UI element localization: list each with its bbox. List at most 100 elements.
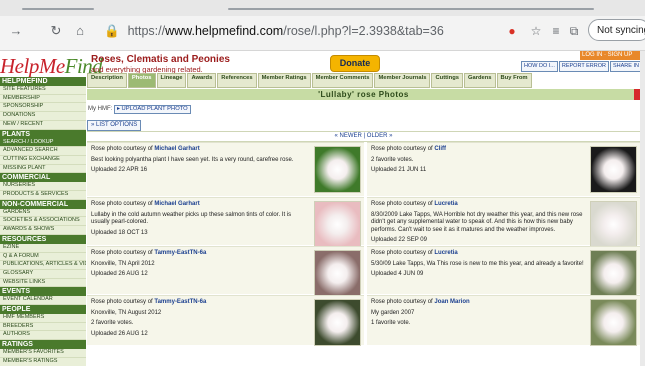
sidebar-item[interactable]: EZINE: [0, 244, 86, 253]
sidebar-item[interactable]: BREEDERS: [0, 323, 86, 332]
rose-photo[interactable]: [590, 146, 637, 193]
sync-button[interactable]: Not syncing: [588, 19, 645, 41]
rose-photo[interactable]: [314, 250, 361, 297]
pager[interactable]: « NEWER | OLDER »: [87, 131, 640, 142]
sidebar-item[interactable]: SEARCH / LOOKUP: [0, 138, 86, 148]
sidebar-item[interactable]: GLOSSARY: [0, 270, 86, 279]
upload-date: Uploaded 18 OCT 13: [91, 230, 310, 238]
photo-card: Rose photo courtesy of Cliff 2 favorite v…: [367, 142, 640, 196]
favorite-votes: 2 favorite votes.: [371, 156, 414, 163]
sidebar-item[interactable]: ADVANCED SEARCH: [0, 147, 86, 156]
sidebar-item[interactable]: MEMBERSHIP: [0, 95, 86, 104]
refresh-icon[interactable]: ↻: [48, 23, 64, 39]
donate-button[interactable]: Donate: [330, 55, 380, 72]
tab-member-journals[interactable]: Member Journals: [374, 73, 431, 88]
sidebar-item[interactable]: SPONSORSHIP: [0, 103, 86, 113]
tab-lineage[interactable]: Lineage: [156, 73, 187, 88]
photo-credit: Rose photo courtesy of Michael Garhart: [91, 146, 310, 154]
tab-awards[interactable]: Awards: [187, 73, 217, 88]
sidebar-item[interactable]: SITE FEATURES: [0, 86, 86, 95]
photo-author-link[interactable]: Tammy-EastTN-6a: [154, 299, 206, 305]
uploaded-prefix: Uploaded: [91, 330, 117, 337]
photo-credit: Rose photo courtesy of Cliff: [371, 146, 586, 154]
sidebar-item[interactable]: CUTTING EXCHANGE: [0, 156, 86, 165]
sidebar-item[interactable]: PRODUCTS & SERVICES: [0, 191, 86, 200]
photo-author-link[interactable]: Joan Marion: [434, 299, 469, 305]
sidebar-item[interactable]: EVENT CALENDAR: [0, 296, 86, 306]
uploaded-prefix: Uploaded: [91, 167, 117, 173]
rose-photo[interactable]: [314, 201, 361, 248]
page-title: 'Lullaby' rose Photos: [318, 90, 409, 99]
sidebar-item[interactable]: HMF MEMBERS: [0, 314, 86, 323]
credit-prefix: Rose photo courtesy of: [371, 201, 433, 207]
photo-author-link[interactable]: Michael Garhart: [154, 201, 199, 207]
site-title: Roses, Clematis and Peonies: [91, 54, 230, 65]
collections-icon[interactable]: ⧉: [566, 23, 582, 39]
upload-plant-photo-button[interactable]: ▸ UPLOAD PLANT PHOTO: [114, 105, 191, 114]
tab-buy-from[interactable]: Buy From: [496, 73, 532, 88]
photo-author-link[interactable]: Tammy-EastTN-6a: [154, 250, 206, 256]
uploaded-prefix: Uploaded: [371, 167, 397, 173]
rose-photo[interactable]: [314, 146, 361, 193]
sidebar-item[interactable]: NEW / RECENT: [0, 121, 86, 130]
favorite-star-icon[interactable]: ☆: [528, 23, 544, 39]
sidebar-item[interactable]: MEMBER'S FAVORITES: [0, 349, 86, 358]
extension-icon[interactable]: ●: [504, 23, 520, 39]
rose-photo[interactable]: [590, 299, 637, 346]
photo-card-text: Rose photo courtesy of Lucretia 5/30/09 L…: [371, 250, 586, 282]
rose-photo[interactable]: [314, 299, 361, 346]
address-bar[interactable]: 🔒 https://www.helpmefind.com/rose/l.php?l…: [104, 20, 494, 42]
tab-description[interactable]: Description: [87, 73, 127, 88]
rose-photo[interactable]: [590, 201, 637, 248]
photo-caption: Best looking polyantha plant I have seen…: [91, 156, 294, 163]
sidebar-item[interactable]: DONATIONS: [0, 112, 86, 121]
photo-card: Rose photo courtesy of Michael Garhart Be…: [87, 142, 364, 196]
header-link[interactable]: SHARE IN: [610, 61, 640, 72]
expand-icon: »: [91, 122, 95, 128]
sidebar-item[interactable]: Q & A FORUM: [0, 253, 86, 262]
sidebar-item[interactable]: MISSING PLANT: [0, 165, 86, 174]
tab-gardens[interactable]: Gardens: [463, 73, 496, 88]
header-link[interactable]: REPORT ERROR: [558, 61, 609, 72]
favorites-list-icon[interactable]: ≡: [548, 23, 564, 39]
tab-cuttings[interactable]: Cuttings: [431, 73, 463, 88]
photo-card: Rose photo courtesy of Lucretia 5/30/09 L…: [367, 246, 640, 297]
sidebar-item[interactable]: PUBLICATIONS, ARTICLES & VIDEOS: [0, 261, 86, 270]
upload-date: Uploaded 26 AUG 12: [91, 271, 310, 279]
list-options-button[interactable]: » LIST OPTIONS: [87, 120, 142, 131]
photo-caption: Lullaby in the cold autumn weather picks…: [91, 211, 292, 226]
photo-author-link[interactable]: Michael Garhart: [154, 146, 199, 152]
tab-photos[interactable]: Photos: [127, 73, 156, 88]
photo-author-link[interactable]: Lucretia: [434, 250, 457, 256]
sidebar-item[interactable]: WEBSITE LINKS: [0, 279, 86, 288]
tab-member-ratings[interactable]: Member Ratings: [257, 73, 311, 88]
sidebar-item[interactable]: AUTHORS: [0, 331, 86, 341]
photo-card-text: Rose photo courtesy of Tammy-EastTN-6a Kn…: [91, 299, 310, 341]
upload-date-value: 4 JUN 09: [398, 271, 424, 277]
sidebar-item[interactable]: SOCIETIES & ASSOCIATIONS: [0, 217, 86, 227]
sidebar-item[interactable]: MEMBER'S RATINGS: [0, 358, 86, 366]
web-page: HelpMeFind Roses, Clematis and Peonies a…: [0, 51, 640, 366]
forward-icon[interactable]: →: [8, 23, 24, 39]
side-tab[interactable]: [634, 89, 640, 100]
sidebar-item[interactable]: AWARDS & SHOWS: [0, 226, 86, 235]
my-hmf-row: My HMF: ▸ UPLOAD PLANT PHOTO: [88, 105, 191, 114]
tab-references[interactable]: References: [217, 73, 257, 88]
header-link[interactable]: HOW DO I...: [521, 61, 558, 72]
home-icon[interactable]: ⌂: [72, 23, 88, 39]
photo-card: Rose photo courtesy of Joan Marion My gar…: [367, 295, 640, 346]
list-options-label: LIST OPTIONS: [96, 122, 138, 128]
page-title-bar: 'Lullaby' rose Photos: [87, 89, 640, 100]
photo-credit: Rose photo courtesy of Tammy-EastTN-6a: [91, 299, 310, 307]
scrollbar[interactable]: [640, 51, 645, 366]
sidebar-item[interactable]: GARDENS: [0, 209, 86, 218]
tab-member-comments[interactable]: Member Comments: [311, 73, 374, 88]
login-button[interactable]: LOG IN · SIGN UP: [580, 51, 640, 60]
photo-author-link[interactable]: Lucretia: [434, 201, 457, 207]
photo-caption: Knoxville, TN August 2012: [91, 309, 162, 316]
rose-photo[interactable]: [590, 250, 637, 297]
photo-credit: Rose photo courtesy of Tammy-EastTN-6a: [91, 250, 310, 258]
url-prefix: https://: [127, 24, 166, 38]
sidebar-item[interactable]: NURSERIES: [0, 182, 86, 192]
photo-author-link[interactable]: Cliff: [434, 146, 446, 152]
